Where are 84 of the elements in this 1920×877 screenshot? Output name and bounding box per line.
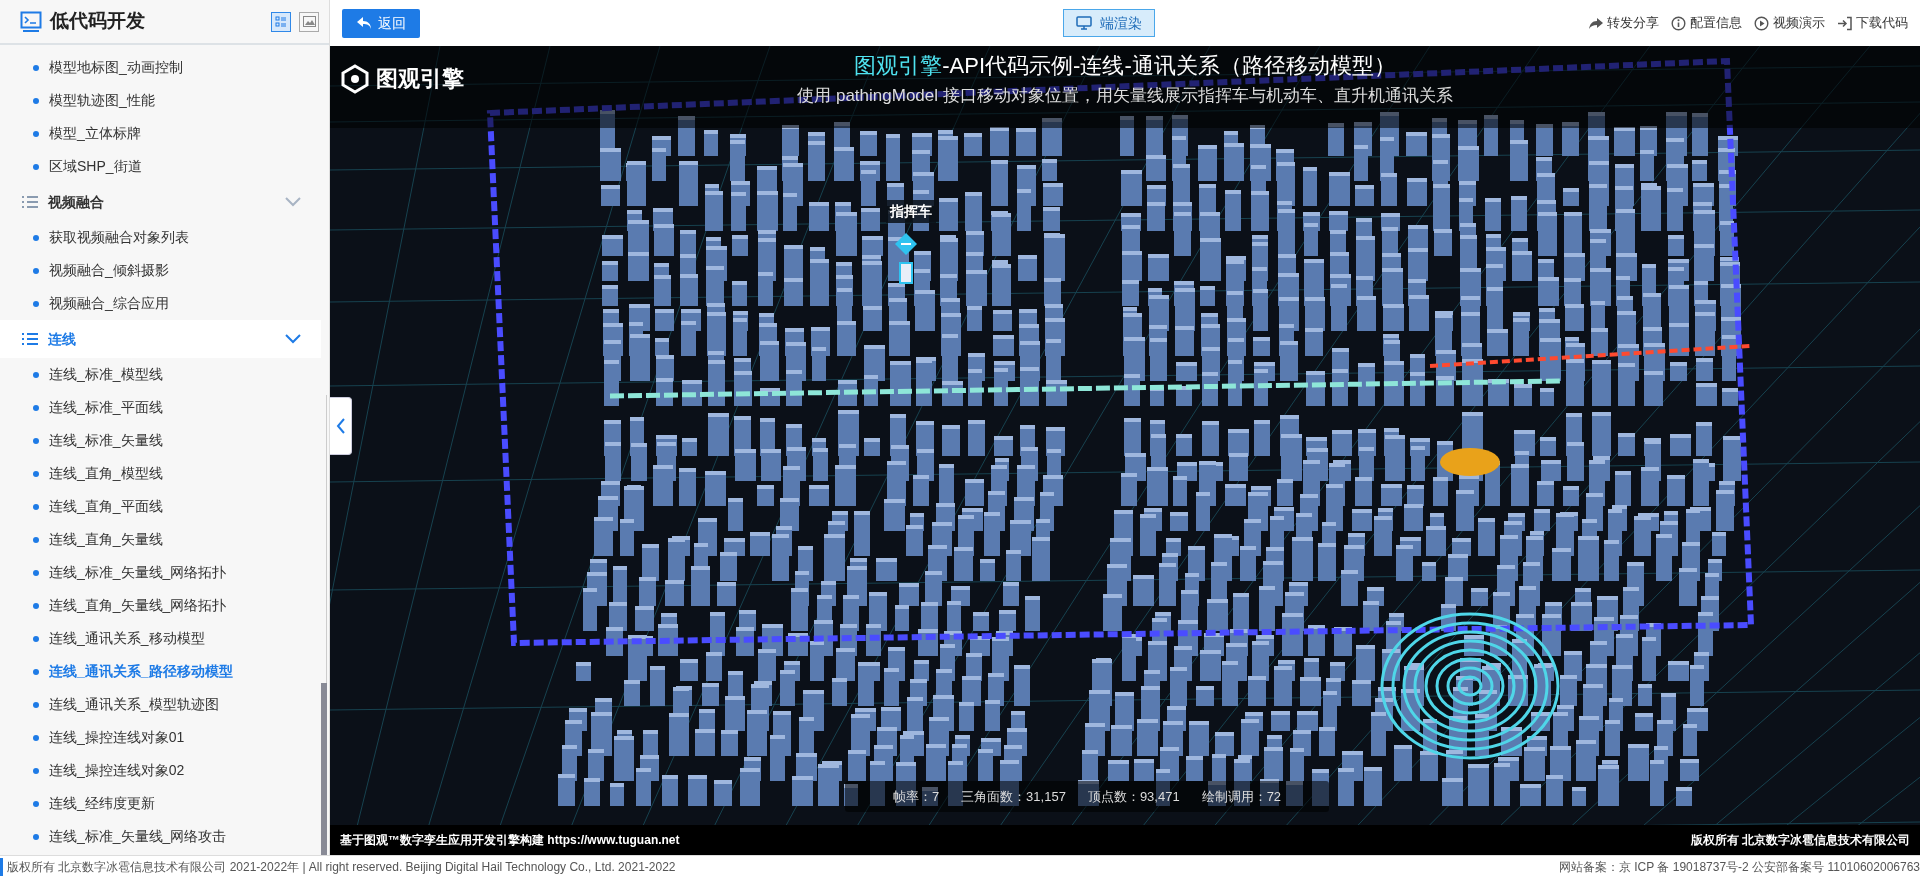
footer-record-number: 网站备案：京 ICP 备 19018737号-2 公安部备案号 11010602006763 <box>1558 858 1920 876</box>
menu-item[interactable]: 模型轨迹图_性能 <box>0 84 329 117</box>
stat-text: 绘制调用：72 <box>1201 787 1282 806</box>
stat-text: 三角面数：31,157 <box>961 787 1066 806</box>
scene-subtitle: 使用 pathingModel 接口移动对象位置，用矢量线展示指挥车与机动车、直升机通讯关系 <box>797 85 1453 107</box>
list-icon <box>22 332 38 346</box>
bullet-icon <box>33 130 39 137</box>
bullet-icon <box>33 503 39 510</box>
list-view-toggle[interactable] <box>271 11 291 32</box>
menu-item[interactable]: 连线_操控连线对象02 <box>0 754 329 787</box>
back-arrow-icon <box>356 16 372 30</box>
bullet-icon <box>33 470 39 477</box>
list-icon <box>22 195 38 209</box>
menu-item[interactable]: 模型地标图_动画控制 <box>0 51 329 84</box>
menu-item[interactable]: 连线_直角_矢量线_网络拓扑 <box>0 589 329 622</box>
info-icon <box>1671 15 1687 31</box>
toolbar-link[interactable]: 转发分享 <box>1588 13 1659 33</box>
menu-item[interactable]: 连线_直角_平面线 <box>0 490 329 523</box>
menu-item[interactable]: 连线_标准_矢量线_网络攻击 <box>0 820 329 853</box>
copyright-text: 版权所有 北京数字冰雹信息技术有限公司 <box>1690 832 1910 849</box>
bullet-icon <box>33 234 39 241</box>
bullet-icon <box>33 300 39 307</box>
toolbar-link[interactable]: 下载代码 <box>1837 13 1908 33</box>
toolbar-link[interactable]: 配置信息 <box>1671 13 1742 33</box>
menu-group[interactable]: 连线 <box>0 320 321 358</box>
menu-item[interactable]: 连线_通讯关系_路径移动模型 <box>0 655 329 688</box>
credit-text: 基于图观™数字孪生应用开发引擎构建 https://www.tuguan.net <box>340 832 680 849</box>
scrollbar-thumb[interactable] <box>321 683 327 855</box>
back-button[interactable]: 返回 <box>342 8 420 38</box>
footer-copyright: 版权所有 北京数字冰雹信息技术有限公司 2021-2022年 | All right reserved. Beijing Digital Hail Technology Co., Ltd. 2021-2022 <box>0 857 676 876</box>
scene-title: 图观引擎-API代码示例-连线-通讯关系（路径移动模型） <box>854 52 1396 80</box>
chevron-down-icon <box>285 334 301 344</box>
bullet-icon <box>33 800 39 807</box>
bullet-icon <box>33 668 39 675</box>
chevron-down-icon <box>285 197 301 207</box>
menu-item[interactable]: 连线_标准_模型线 <box>0 358 329 391</box>
bullet-icon <box>33 64 39 71</box>
vehicle-label: 指挥车 <box>886 200 936 223</box>
monitor-icon <box>1076 16 1092 30</box>
bullet-icon <box>33 767 39 774</box>
bullet-icon <box>33 404 39 411</box>
share-arrow-icon <box>1588 15 1604 31</box>
image-view-toggle[interactable] <box>299 11 319 32</box>
menu-group[interactable]: 视频融合 <box>0 183 321 221</box>
menu-item[interactable]: 连线_标准_矢量线_网络拓扑 <box>0 556 329 589</box>
logo-text: 图观引擎 <box>376 65 464 93</box>
bullet-icon <box>33 734 39 741</box>
menu-item[interactable]: 视频融合_倾斜摄影 <box>0 254 329 287</box>
terminal-icon <box>20 10 42 33</box>
stat-text: 帧率：7 <box>892 787 940 806</box>
bullet-icon <box>33 602 39 609</box>
menu-item[interactable]: 连线_标准_平面线 <box>0 391 329 424</box>
menu-item[interactable]: 连线_标准_矢量线 <box>0 424 329 457</box>
menu-item[interactable]: 区域SHP_街道 <box>0 150 329 183</box>
bullet-icon <box>33 97 39 104</box>
collapse-handle[interactable] <box>330 397 352 455</box>
menu-item[interactable]: 连线_通讯关系_模型轨迹图 <box>0 688 329 721</box>
menu-item[interactable]: 连线_操控连线对象01 <box>0 721 329 754</box>
toolbar-link[interactable]: 视频演示 <box>1754 13 1825 33</box>
bullet-icon <box>33 635 39 642</box>
stat-text: 顶点数：93,471 <box>1087 787 1180 806</box>
list-view-icon <box>275 15 287 28</box>
menu-item[interactable]: 模型_立体标牌 <box>0 117 329 150</box>
bullet-icon <box>33 701 39 708</box>
menu-item[interactable]: 连线_直角_模型线 <box>0 457 329 490</box>
bullet-icon <box>33 371 39 378</box>
bullet-icon <box>33 267 39 274</box>
bullet-icon <box>33 437 39 444</box>
bullet-icon <box>33 536 39 543</box>
sidebar-title: 低代码开发 <box>50 9 146 34</box>
download-icon <box>1837 15 1853 31</box>
bullet-icon <box>33 569 39 576</box>
menu-item[interactable]: 获取视频融合对象列表 <box>0 221 329 254</box>
image-view-icon <box>302 16 316 27</box>
play-icon <box>1754 15 1770 31</box>
menu-item[interactable]: 视频融合_综合应用 <box>0 287 329 320</box>
render-mode-button[interactable]: 端渲染 <box>1063 9 1155 37</box>
engine-logo-icon <box>340 63 370 94</box>
bullet-icon <box>33 833 39 840</box>
vehicle-marker-icon <box>893 231 919 287</box>
menu-item[interactable]: 连线_通讯关系_移动模型 <box>0 622 329 655</box>
bullet-icon <box>33 163 39 170</box>
menu-item[interactable]: 连线_直角_矢量线 <box>0 523 329 556</box>
menu-item[interactable]: 连线_经纬度更新 <box>0 787 329 820</box>
